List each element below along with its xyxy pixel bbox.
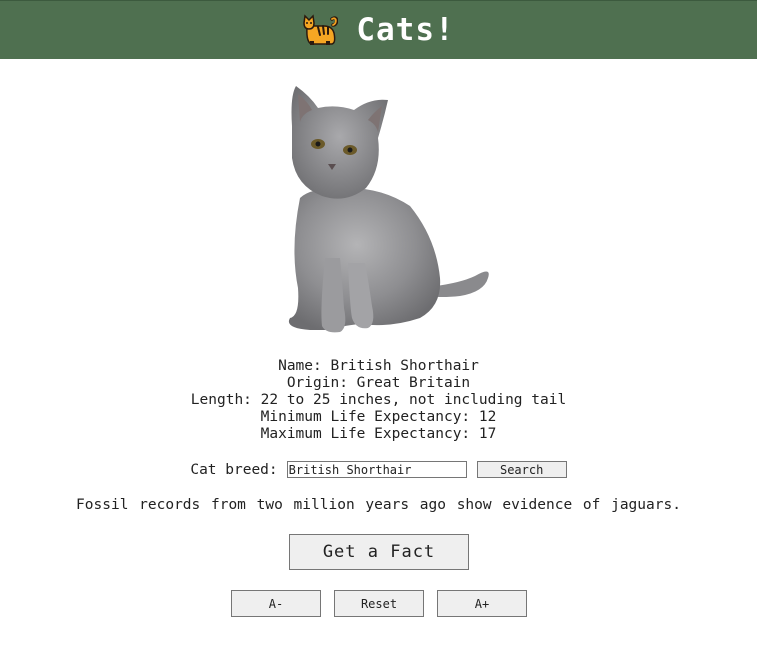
search-row: Cat breed: Search xyxy=(0,461,757,478)
breed-name: Name: British Shorthair xyxy=(278,358,479,374)
page-title: Cats! xyxy=(356,12,455,48)
breed-origin: Origin: Great Britain xyxy=(286,375,471,391)
breed-max-life: Maximum Life Expectancy: 17 xyxy=(260,426,497,442)
get-fact-button[interactable]: Get a Fact xyxy=(289,534,469,570)
breed-length: Length: 22 to 25 inches, not including t… xyxy=(190,392,567,408)
search-label: Cat breed: xyxy=(190,461,278,478)
cat-fact-text: Fossil records from two million years ag… xyxy=(76,497,681,513)
breed-search-input[interactable] xyxy=(286,461,467,478)
breed-min-life: Minimum Life Expectancy: 12 xyxy=(260,409,497,425)
font-size-controls: A- Reset A+ xyxy=(231,590,527,617)
search-button[interactable]: Search xyxy=(476,461,567,478)
cat-icon xyxy=(302,13,339,47)
app-header: Cats! xyxy=(0,0,757,59)
decrease-font-button[interactable]: A- xyxy=(231,590,321,617)
cat-photo xyxy=(288,86,489,333)
reset-font-button[interactable]: Reset xyxy=(334,590,424,617)
breed-info: Name: British Shorthair Origin: Great Br… xyxy=(0,358,757,443)
increase-font-button[interactable]: A+ xyxy=(437,590,527,617)
